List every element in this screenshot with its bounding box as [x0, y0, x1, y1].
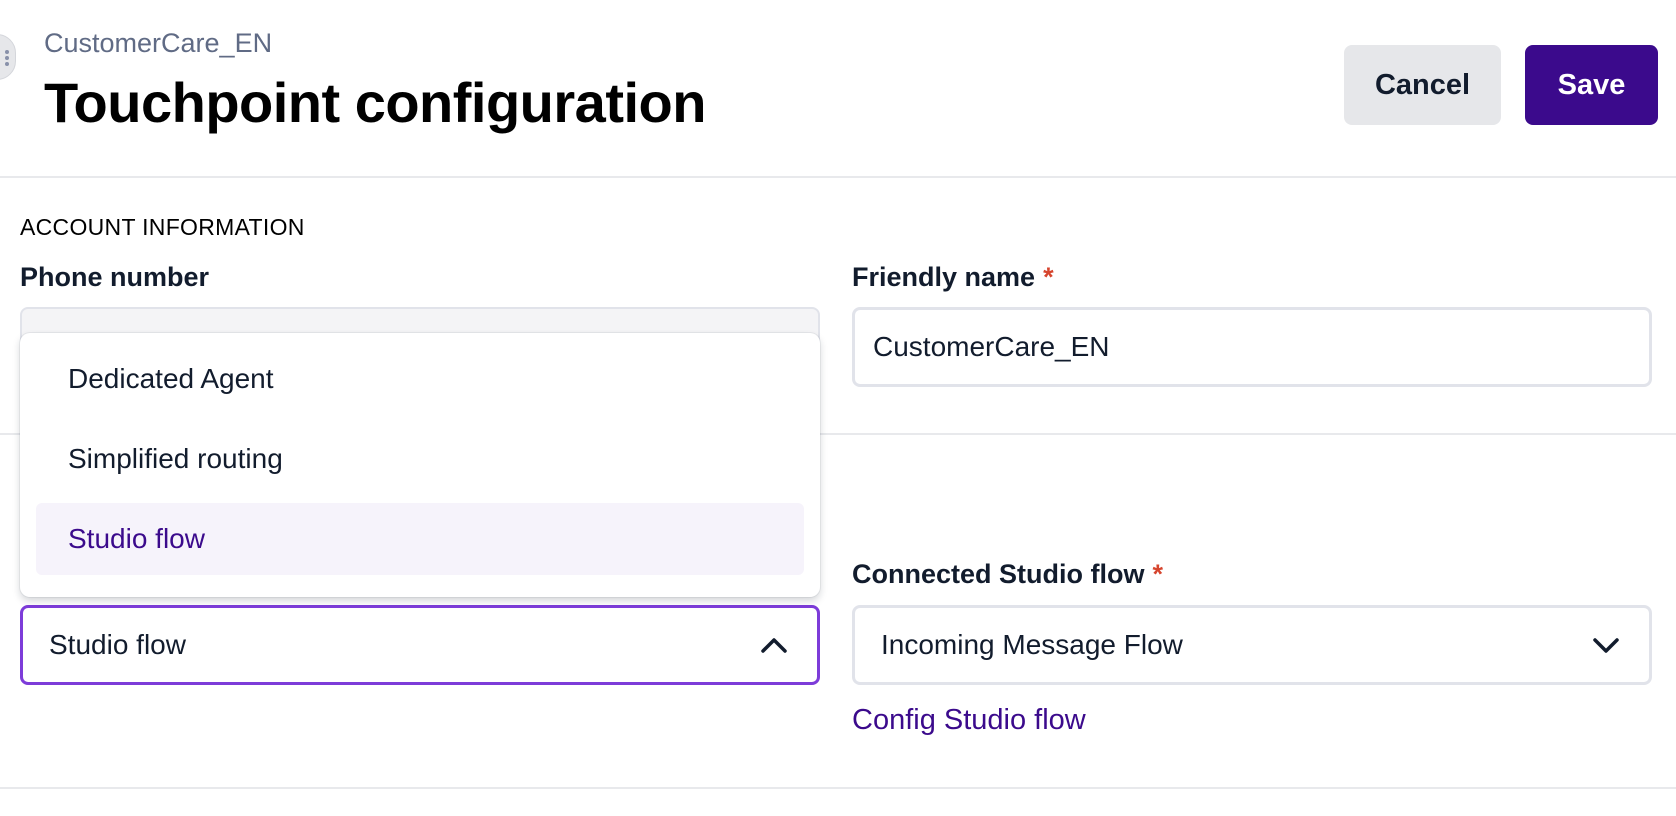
- chevron-up-icon: [757, 628, 791, 662]
- required-marker: *: [1043, 262, 1054, 292]
- drag-dots-icon: [5, 50, 9, 66]
- header-divider: [0, 176, 1676, 178]
- menu-option-dedicated-agent[interactable]: Dedicated Agent: [36, 343, 804, 415]
- bottom-divider: [0, 787, 1676, 789]
- menu-option-studio-flow[interactable]: Studio flow: [36, 503, 804, 575]
- studio-flow-selected-value: Incoming Message Flow: [881, 629, 1183, 660]
- connected-studio-flow-label: Connected Studio flow *: [852, 559, 1163, 590]
- menu-option-simplified-routing[interactable]: Simplified routing: [36, 423, 804, 495]
- chevron-down-icon: [1589, 628, 1623, 662]
- sidebar-toggle[interactable]: [0, 34, 16, 80]
- config-studio-flow-link[interactable]: Config Studio flow: [852, 704, 1086, 737]
- touchpoint-config-page: CustomerCare_EN Touchpoint configuration…: [0, 0, 1676, 816]
- save-button[interactable]: Save: [1525, 45, 1658, 125]
- connected-studio-flow-label-text: Connected Studio flow: [852, 559, 1145, 589]
- friendly-name-label-text: Friendly name: [852, 262, 1036, 292]
- page-title: Touchpoint configuration: [44, 71, 706, 134]
- required-marker: *: [1152, 559, 1163, 589]
- friendly-name-label: Friendly name *: [852, 262, 1054, 293]
- routing-options-menu: Dedicated Agent Simplified routing Studi…: [20, 333, 820, 597]
- phone-number-label: Phone number: [20, 262, 209, 293]
- cancel-button[interactable]: Cancel: [1344, 45, 1501, 125]
- studio-flow-select[interactable]: Incoming Message Flow: [852, 605, 1652, 685]
- phone-number-label-text: Phone number: [20, 262, 210, 292]
- section-heading-account: ACCOUNT INFORMATION: [20, 214, 305, 240]
- friendly-name-input[interactable]: CustomerCare_EN: [852, 307, 1652, 387]
- breadcrumb[interactable]: CustomerCare_EN: [44, 28, 272, 59]
- friendly-name-value: CustomerCare_EN: [873, 331, 1110, 362]
- routing-type-selected-value: Studio flow: [49, 629, 186, 660]
- routing-type-select[interactable]: Studio flow: [20, 605, 820, 685]
